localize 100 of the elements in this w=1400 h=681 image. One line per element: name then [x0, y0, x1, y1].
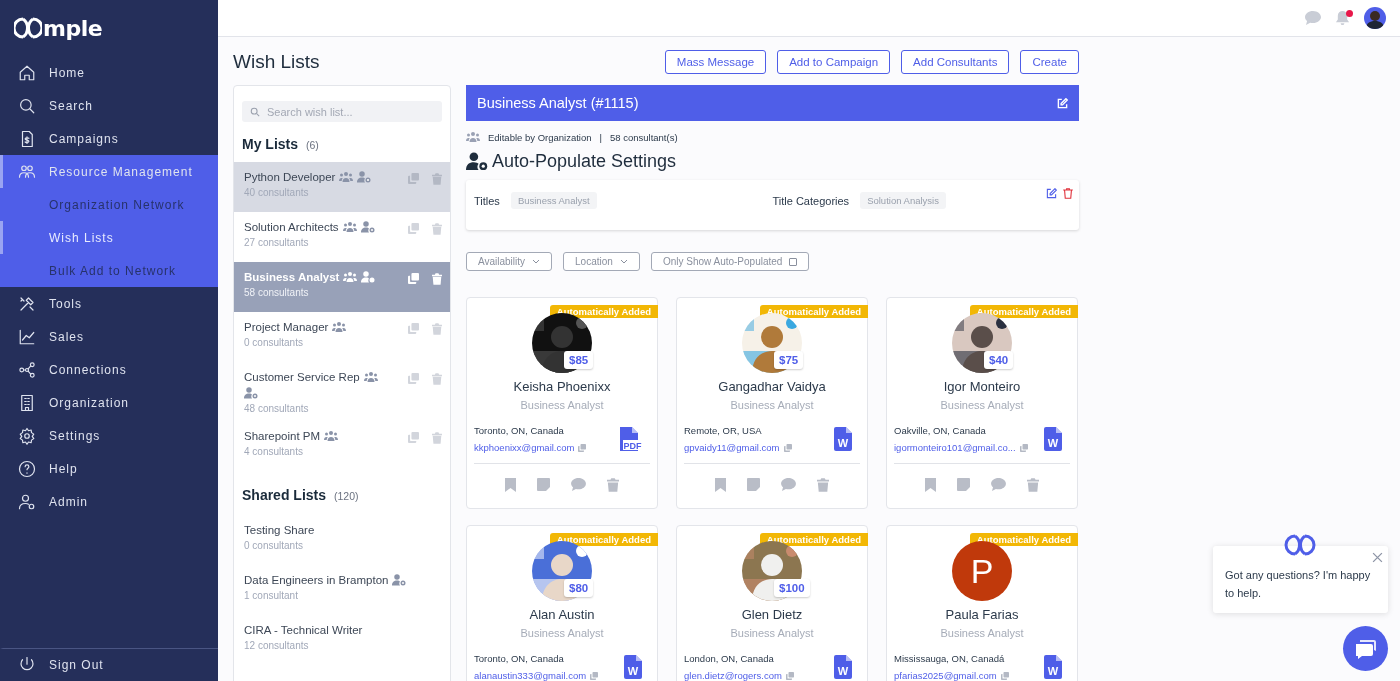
close-icon[interactable]: [1372, 552, 1383, 563]
wish-list-item[interactable]: Solution Architects 27 consultants: [234, 212, 450, 262]
home-icon: [18, 63, 36, 82]
copy-icon[interactable]: [408, 323, 419, 334]
note-icon[interactable]: [537, 478, 550, 491]
word-file-icon[interactable]: W: [1044, 427, 1062, 451]
delete-icon[interactable]: [607, 478, 619, 492]
nav-item[interactable]: Search: [0, 89, 218, 122]
wish-list-item[interactable]: Customer Service Rep 48 consultants: [234, 362, 450, 421]
email-link[interactable]: kkphoenixx@gmail.com: [474, 442, 575, 453]
nav-item[interactable]: Campaigns: [0, 122, 218, 155]
consultant-title: Business Analyst: [520, 399, 604, 411]
chat-button[interactable]: [1343, 626, 1388, 671]
copy-icon[interactable]: [590, 671, 599, 680]
bookmark-icon[interactable]: [925, 478, 936, 492]
action-button[interactable]: Add Consultants: [901, 50, 1010, 74]
consultant-title: Business Analyst: [730, 399, 814, 411]
copy-icon[interactable]: [408, 373, 419, 384]
delete-icon[interactable]: [1063, 188, 1073, 199]
copy-icon[interactable]: [783, 443, 792, 452]
action-button[interactable]: Add to Campaign: [777, 50, 891, 74]
word-file-icon[interactable]: W: [1044, 655, 1062, 679]
consultant-name[interactable]: Gangadhar Vaidya: [718, 379, 826, 394]
section-heading: Auto-Populate Settings: [492, 151, 677, 172]
consultant-name[interactable]: Igor Monteiro: [943, 379, 1021, 394]
location: Mississauga, ON, Canadá: [894, 653, 1006, 664]
section-title: My Lists: [242, 136, 298, 152]
email-link[interactable]: gpvaidy11@gmail.com: [684, 442, 780, 453]
list-name: Sharepoint PM: [244, 430, 321, 442]
copy-icon[interactable]: [408, 223, 419, 234]
separator: |: [599, 131, 602, 143]
list-name: Testing Share: [244, 524, 315, 536]
delete-icon[interactable]: [817, 478, 829, 492]
wish-list-item[interactable]: Sharepoint PM 4 consultants: [234, 421, 450, 471]
action-button[interactable]: Mass Message: [664, 50, 767, 74]
copy-icon[interactable]: [578, 443, 587, 452]
copy-icon[interactable]: [408, 432, 419, 443]
comment-icon[interactable]: [781, 478, 796, 491]
comment-icon[interactable]: [991, 478, 1006, 491]
email-link[interactable]: igormonteiro101@gmail.co...: [894, 442, 1016, 453]
wish-list-item[interactable]: CIRA - Technical Writer 12 consultants: [234, 615, 450, 665]
checkbox[interactable]: [789, 257, 798, 266]
nav-item[interactable]: Help: [0, 452, 218, 485]
nav-subitem[interactable]: Wish Lists: [0, 221, 218, 254]
copy-icon[interactable]: [785, 671, 794, 680]
email-link[interactable]: alanaustin333@gmail.com: [474, 670, 587, 681]
nav-item[interactable]: Organization: [0, 386, 218, 419]
word-file-icon[interactable]: W: [834, 655, 852, 679]
copy-icon[interactable]: [1019, 443, 1028, 452]
tag: Business Analyst: [510, 192, 597, 209]
wish-list-item[interactable]: Testing Share 0 consultants: [234, 515, 450, 565]
nav-item[interactable]: Tools: [0, 287, 218, 320]
comment-icon[interactable]: [571, 478, 586, 491]
chat-icon[interactable]: [1305, 11, 1321, 25]
note-icon[interactable]: [957, 478, 970, 491]
word-file-icon[interactable]: W: [624, 655, 642, 679]
copy-icon[interactable]: [1000, 671, 1009, 680]
user-avatar[interactable]: [1364, 7, 1386, 29]
consultant-count: 27 consultants: [244, 237, 310, 248]
action-button[interactable]: Create: [1020, 50, 1079, 74]
note-icon[interactable]: [747, 478, 760, 491]
caret-icon: [532, 259, 541, 264]
user-gear-icon: [392, 574, 407, 586]
field-label: Title Categories: [772, 194, 850, 207]
consultant-title: Business Analyst: [520, 627, 604, 639]
email-link[interactable]: pfarias2025@gmail.com: [894, 670, 997, 681]
wish-list-item[interactable]: Project Manager 0 consultants: [234, 312, 450, 362]
nav-item[interactable]: Resource Management: [0, 155, 218, 188]
bookmark-icon[interactable]: [505, 478, 516, 492]
settings-icon: [18, 426, 36, 445]
rate-badge: $40: [984, 351, 1014, 369]
word-file-icon[interactable]: W: [834, 427, 852, 451]
nav-item[interactable]: Sales: [0, 320, 218, 353]
consultant-name[interactable]: Alan Austin: [529, 607, 595, 622]
editable-by: Editable by Organization: [488, 131, 592, 143]
delete-icon[interactable]: [1027, 478, 1039, 492]
consultant-name[interactable]: Keisha Phoenixx: [513, 379, 611, 394]
logo-icon: [14, 16, 42, 40]
nav-item[interactable]: Admin: [0, 485, 218, 518]
chart-icon: [18, 327, 36, 346]
notification-icon[interactable]: [1335, 10, 1350, 26]
copy-icon[interactable]: [408, 273, 419, 284]
sign-out-link[interactable]: Sign Out: [0, 648, 218, 681]
consultant-title: Business Analyst: [940, 399, 1024, 411]
search-field[interactable]: Search wish list...: [242, 101, 442, 122]
rate-badge: $85: [564, 351, 594, 369]
nav-item[interactable]: Connections: [0, 353, 218, 386]
network-icon: [18, 360, 36, 379]
location: Remote, OR, USA: [684, 425, 763, 436]
bookmark-icon[interactable]: [715, 478, 726, 492]
wish-list-item[interactable]: Data Engineers in Brampton 1 consultant: [234, 565, 450, 615]
nav-item[interactable]: Home: [0, 56, 218, 89]
group-icon: [339, 171, 354, 183]
consultant-name[interactable]: Glen Dietz: [741, 607, 803, 622]
edit-icon[interactable]: [1046, 188, 1057, 199]
consultant-name[interactable]: Paula Farias: [945, 607, 1019, 622]
email-link[interactable]: glen.dietz@rogers.com: [684, 670, 782, 681]
nav-item[interactable]: Settings: [0, 419, 218, 452]
delete-icon[interactable]: [432, 273, 442, 285]
copy-icon[interactable]: [408, 173, 419, 184]
